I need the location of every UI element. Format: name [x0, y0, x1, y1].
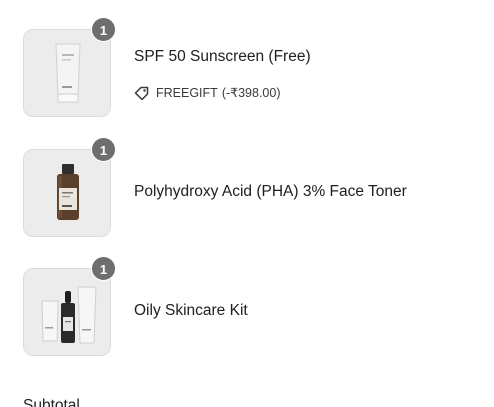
- product-image-sunscreen: [23, 29, 111, 117]
- quantity-badge: 1: [91, 137, 116, 162]
- product-title: SPF 50 Sunscreen (Free): [134, 48, 311, 65]
- quantity-badge: 1: [91, 17, 116, 42]
- tag-icon: [134, 86, 150, 100]
- product-title: Polyhydroxy Acid (PHA) 3% Face Toner: [134, 183, 407, 200]
- cart-line-item: 1 Polyhydroxy Acid (PHA) 3% Face Toner: [23, 137, 483, 239]
- discount-amount: (-₹398.00): [221, 86, 281, 100]
- cart-line-item: 1 Oily Skincare Kit: [23, 256, 483, 358]
- discount-line: FREEGIFT (-₹398.00): [134, 85, 281, 100]
- cart-summary: 1 SPF 50 Sunscreen (Free) FREEGIFT (-₹39…: [0, 0, 494, 407]
- cart-line-item: 1 SPF 50 Sunscreen (Free) FREEGIFT (-₹39…: [23, 17, 483, 119]
- subtotal-label: Subtotal: [23, 397, 80, 407]
- product-title: Oily Skincare Kit: [134, 302, 248, 319]
- product-image-toner: [23, 149, 111, 237]
- quantity-badge: 1: [91, 256, 116, 281]
- product-image-kit: [23, 268, 111, 356]
- discount-code: FREEGIFT: [156, 85, 218, 100]
